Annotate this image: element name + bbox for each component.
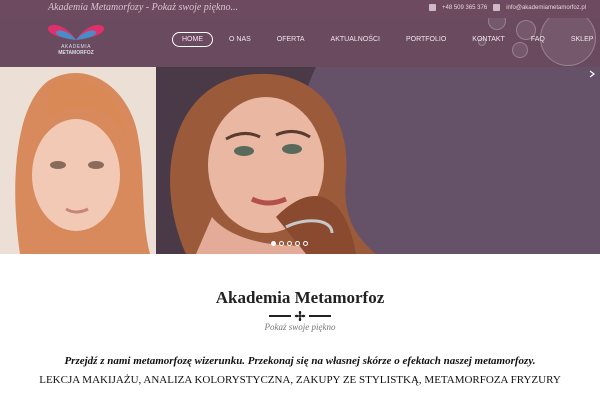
intro-section: Akademia Metamorfoz Pokaż swoje piękno P… (0, 254, 600, 400)
slider-dots (271, 241, 308, 246)
services-list: LEKCJA MAKIJAŻU, ANALIZA KOLORYSTYCZNA, … (39, 374, 561, 386)
nav-item-oferta[interactable]: OFERTA (267, 32, 315, 47)
slider-dot[interactable] (303, 241, 308, 246)
hero-slider (0, 67, 600, 254)
nav-item-sklep[interactable]: SKLEP (561, 32, 600, 47)
email-icon (493, 4, 501, 11)
top-bar: Akademia Metamorfozy - Pokaż swoje piękn… (0, 0, 600, 18)
page-title: Akademia Metamorfoz (215, 288, 385, 307)
slider-dot[interactable] (279, 241, 284, 246)
nav-item-home[interactable]: HOME (172, 31, 213, 47)
logo-butterfly-icon (47, 24, 105, 40)
slider-next-arrow-icon[interactable] (587, 69, 597, 79)
email-address[interactable]: info@akademiametamorfoz.pl (506, 5, 586, 11)
site-logo[interactable]: AKADEMIA METAMORFOZ (44, 20, 108, 64)
site-tagline: Akademia Metamorfozy - Pokaż swoje piękn… (48, 2, 238, 13)
before-photo (0, 67, 156, 254)
contact-info: +48 509 365 376 info@akademiametamorfoz.… (428, 4, 586, 11)
site-header: AKADEMIA METAMORFOZ HOME O NAS OFERTA AKTUA… (0, 18, 600, 67)
nav-item-portfolio[interactable]: PORTFOLIO (396, 32, 456, 47)
phone-number[interactable]: +48 509 365 376 (442, 5, 487, 11)
nav-item-aktualności[interactable]: AKTUALNOŚCI (321, 32, 390, 47)
slider-dot[interactable] (287, 241, 292, 246)
logo-line-2: METAMORFOZ (58, 50, 94, 56)
decorative-bubble (488, 18, 506, 30)
nav-item-faq[interactable]: FAQ (521, 32, 555, 47)
main-nav: HOME O NAS OFERTA AKTUALNOŚCI PORTFOLIO KONTA… (172, 30, 600, 48)
lead-paragraph: Przejdź z nami metamorfozę wizerunku. Pr… (64, 355, 536, 367)
page-subtitle: Pokaż swoje piękno (264, 322, 336, 332)
nav-item-o-nas[interactable]: O NAS (219, 32, 261, 47)
phone-icon (428, 4, 436, 11)
after-photo (156, 67, 600, 254)
nav-item-kontakt[interactable]: KONTAKT (462, 32, 515, 47)
flower-ornament-icon (269, 311, 331, 321)
slider-dot[interactable] (295, 241, 300, 246)
slider-dot[interactable] (271, 241, 276, 246)
